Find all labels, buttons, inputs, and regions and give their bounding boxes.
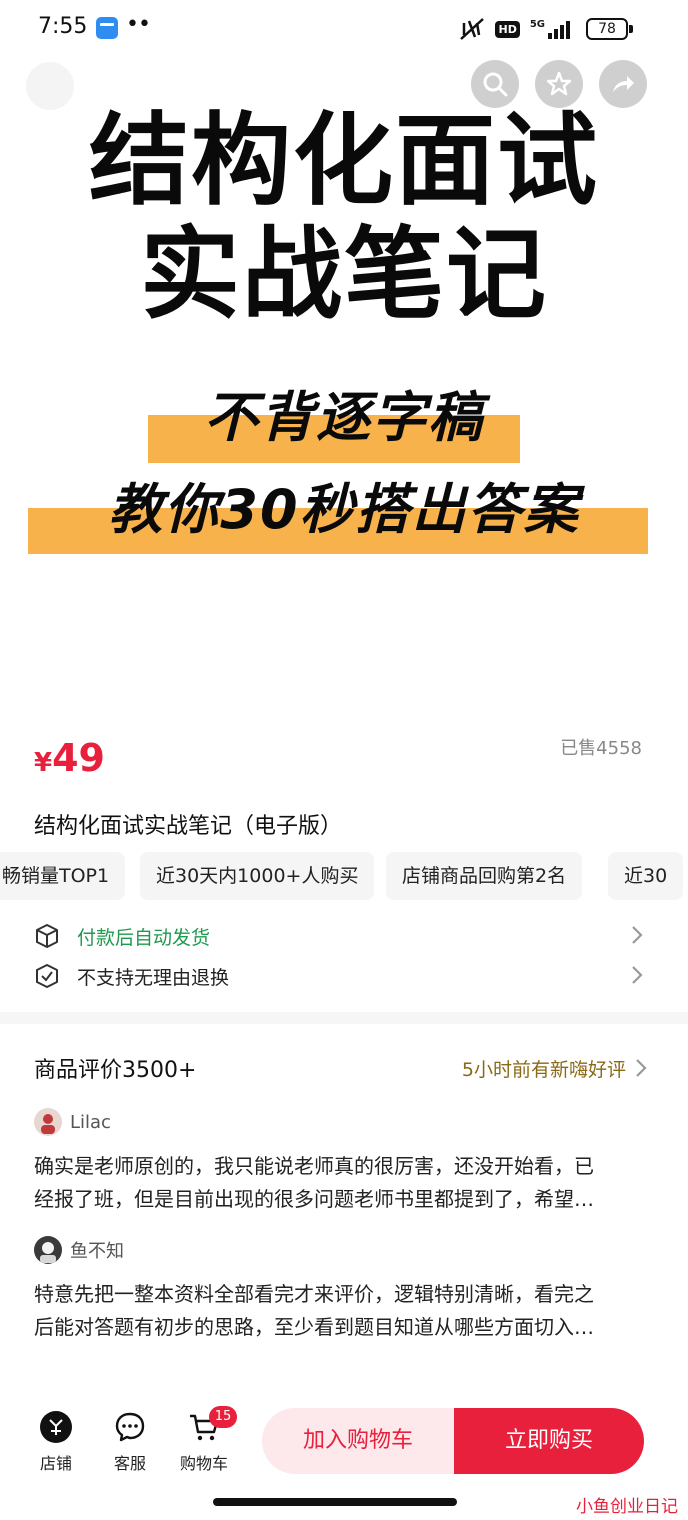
customer-service-button[interactable]: 客服 [100, 1410, 160, 1474]
tag-item[interactable]: 畅销量TOP1 [0, 852, 126, 900]
chevron-right-icon [632, 966, 643, 984]
shop-button[interactable]: 店铺 [26, 1410, 86, 1474]
search-icon [483, 72, 508, 97]
reviews-hint[interactable]: 5小时前有新嗨好评 [462, 1055, 626, 1082]
app-notification-icon [96, 17, 118, 39]
hero-title-line1: 结构化面试 [89, 102, 599, 219]
avatar [34, 1236, 62, 1264]
battery-icon: 78 [586, 18, 628, 40]
review-line: 特意先把一整本资料全部看完才来评价，逻辑特别清晰，看完之 [34, 1282, 594, 1306]
buy-now-button[interactable]: 立即购买 [454, 1408, 644, 1474]
chat-icon [115, 1412, 145, 1442]
review-text[interactable]: 确实是老师原创的，我只能说老师真的很厉害，还没开始看，已 经报了班，但是目前出现… [34, 1150, 644, 1216]
review-text[interactable]: 特意先把一整本资料全部看完才来评价，逻辑特别清晰，看完之 后能对答题有初步的思路… [34, 1278, 644, 1344]
cart-count-badge: 15 [209, 1406, 237, 1428]
user-name: 鱼不知 [70, 1241, 124, 1262]
chevron-right-icon[interactable] [634, 1057, 648, 1079]
signal-icon: 5G [530, 19, 570, 39]
section-divider [0, 1012, 688, 1024]
reviews-title[interactable]: 商品评价3500+ [34, 1052, 196, 1084]
home-indicator[interactable] [213, 1498, 457, 1506]
sold-count: 已售4558 [560, 738, 642, 759]
chevron-right-icon [632, 926, 643, 944]
avatar [34, 1108, 62, 1136]
banner-text-2: 教你30秒搭出答案 [108, 478, 580, 541]
product-hero-image[interactable]: 结构化面试 实战笔记 不背逐字稿 教你30秒搭出答案 [0, 60, 688, 720]
search-button[interactable] [471, 60, 519, 108]
review-line: 确实是老师原创的，我只能说老师真的很厉害，还没开始看，已 [34, 1154, 594, 1178]
cart-label: 购物车 [179, 1454, 228, 1473]
cart-button[interactable]: 15 购物车 [174, 1406, 237, 1474]
star-icon [546, 71, 572, 96]
status-indicators: HD 5G [459, 16, 570, 42]
price-value: 49 [52, 736, 105, 780]
share-icon [613, 76, 634, 92]
user-name: Lilac [70, 1111, 111, 1133]
service-auto-delivery[interactable]: 付款后自动发货 [34, 920, 644, 952]
service-no-return[interactable]: 不支持无理由退换 [34, 960, 644, 992]
currency-symbol: ¥ [34, 748, 53, 778]
service-label: 客服 [113, 1454, 146, 1473]
status-time: 7:55 [38, 14, 88, 39]
back-button[interactable] [26, 62, 74, 110]
review-user: Lilac [34, 1108, 111, 1136]
hero-title-line2: 实战笔记 [140, 216, 548, 333]
tag-strip[interactable]: 畅销量TOP1 近30天内1000+人购买 店铺商品回购第2名 近30 [0, 852, 688, 900]
battery-level: 78 [598, 21, 616, 37]
shop-logo-icon [40, 1411, 72, 1443]
shield-check-icon [36, 964, 58, 988]
add-to-cart-button[interactable]: 加入购物车 [262, 1408, 454, 1474]
service-text: 付款后自动发货 [77, 926, 211, 949]
shop-label: 店铺 [39, 1454, 72, 1473]
package-icon [36, 924, 58, 948]
product-title: 结构化面试实战笔记（电子版） [34, 814, 343, 839]
favorite-button[interactable] [535, 60, 583, 108]
review-line: 经报了班，但是目前出现的很多问题老师书里都提到了，希望… [34, 1187, 594, 1211]
watermark: 小鱼创业日记 [576, 1497, 678, 1517]
share-button[interactable] [599, 60, 647, 108]
more-notifications-icon: •• [126, 12, 151, 37]
network-type: 5G [529, 19, 545, 30]
service-text: 不支持无理由退换 [77, 966, 230, 989]
banner-text-1: 不背逐字稿 [204, 386, 484, 449]
product-price: ¥49 [34, 736, 105, 780]
tag-item[interactable]: 店铺商品回购第2名 [386, 852, 583, 900]
tag-item[interactable]: 近30 [608, 852, 684, 900]
mute-icon [460, 18, 485, 40]
status-bar: 7:55 •• HD 5G 78 [0, 0, 688, 60]
review-user: 鱼不知 [34, 1236, 124, 1264]
battery-cap [629, 25, 633, 33]
hd-badge: HD [495, 20, 520, 38]
tag-item[interactable]: 近30天内1000+人购买 [140, 852, 375, 900]
review-line: 后能对答题有初步的思路，至少看到题目知道从哪些方面切入… [34, 1315, 594, 1339]
